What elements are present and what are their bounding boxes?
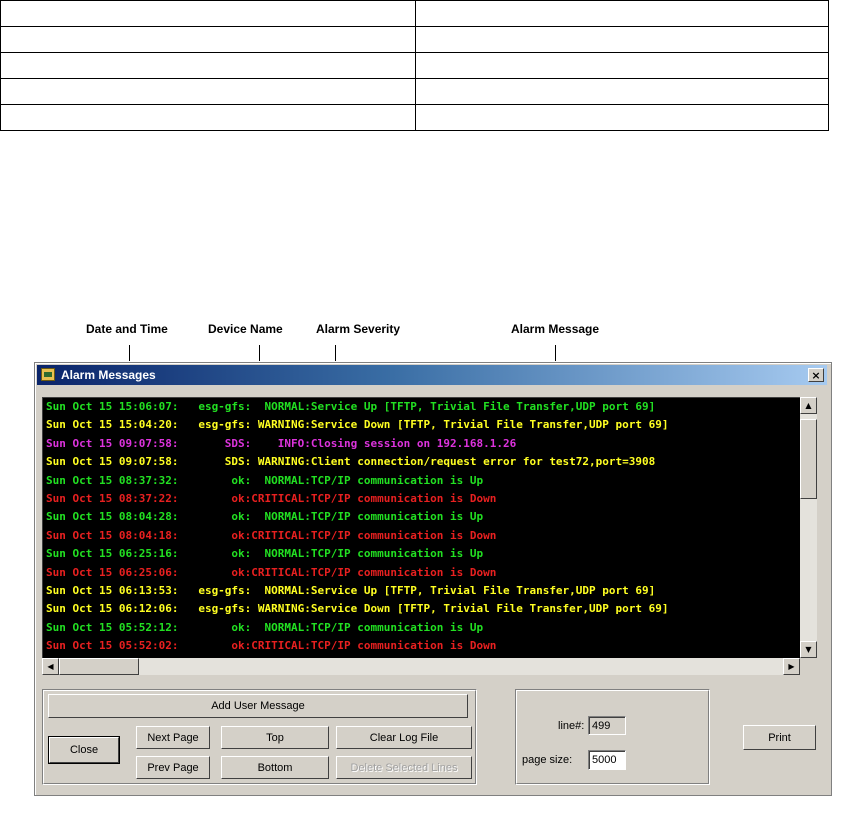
callout-line <box>129 345 130 361</box>
horizontal-scroll-thumb[interactable] <box>59 658 139 675</box>
empty-table <box>0 0 829 131</box>
log-row[interactable]: Sun Oct 15 08:37:32: ok: NORMAL:TCP/IP c… <box>43 472 801 490</box>
page-size-input[interactable] <box>588 750 626 770</box>
table-row <box>0 26 829 53</box>
delete-selected-lines-button: Delete Selected Lines <box>336 756 472 779</box>
callout-date-time: Date and Time <box>86 322 168 336</box>
alarm-messages-window: Alarm Messages × Sun Oct 15 15:06:07: es… <box>34 362 832 796</box>
close-button[interactable]: Close <box>48 736 120 764</box>
line-number-field <box>588 716 626 735</box>
callout-alarm-message: Alarm Message <box>511 322 600 336</box>
log-row[interactable]: Sun Oct 15 05:52:12: ok: NORMAL:TCP/IP c… <box>43 619 801 637</box>
scroll-right-icon[interactable]: ▶ <box>783 658 800 675</box>
line-number-label: line#: <box>558 720 585 732</box>
log-row[interactable]: Sun Oct 15 15:04:20: esg-gfs: WARNING:Se… <box>43 416 801 434</box>
log-row[interactable]: Sun Oct 15 08:04:28: ok: NORMAL:TCP/IP c… <box>43 508 801 526</box>
scrollbar-corner <box>800 658 817 675</box>
log-row[interactable]: Sun Oct 15 06:13:53: esg-gfs: NORMAL:Ser… <box>43 582 801 600</box>
app-icon <box>41 368 55 381</box>
callout-device-name: Device Name <box>208 322 283 336</box>
scroll-left-icon[interactable]: ◀ <box>42 658 59 675</box>
scroll-down-icon[interactable]: ▼ <box>800 641 817 658</box>
title-bar[interactable]: Alarm Messages × <box>37 365 827 385</box>
log-row[interactable]: Sun Oct 15 08:04:18: ok:CRITICAL:TCP/IP … <box>43 527 801 545</box>
close-icon[interactable]: × <box>808 368 824 382</box>
window-title: Alarm Messages <box>61 368 156 382</box>
print-button[interactable]: Print <box>743 725 816 750</box>
vertical-scroll-thumb[interactable] <box>800 419 817 499</box>
log-controls-group: Add User Message Close Next Page Prev Pa… <box>42 689 477 785</box>
log-row[interactable]: Sun Oct 15 06:12:06: esg-gfs: WARNING:Se… <box>43 600 801 618</box>
paging-group: line#: page size: <box>515 689 710 785</box>
callout-line <box>555 345 556 361</box>
log-row[interactable]: Sun Oct 15 06:25:06: ok:CRITICAL:TCP/IP … <box>43 564 801 582</box>
log-row[interactable]: Sun Oct 15 05:52:02: ok:CRITICAL:TCP/IP … <box>43 637 801 655</box>
log-row[interactable]: Sun Oct 15 06:25:16: ok: NORMAL:TCP/IP c… <box>43 545 801 563</box>
callout-line <box>259 345 260 361</box>
table-row <box>0 78 829 105</box>
log-row[interactable]: Sun Oct 15 08:37:22: ok:CRITICAL:TCP/IP … <box>43 490 801 508</box>
add-user-message-button[interactable]: Add User Message <box>48 694 468 718</box>
scroll-up-icon[interactable]: ▲ <box>800 397 817 414</box>
table-row <box>0 104 829 131</box>
log-row[interactable]: Sun Oct 15 09:07:58: SDS: WARNING:Client… <box>43 453 801 471</box>
page-size-label: page size: <box>522 754 573 766</box>
clear-log-file-button[interactable]: Clear Log File <box>336 726 472 749</box>
callout-alarm-severity: Alarm Severity <box>316 322 401 336</box>
callout-line <box>335 345 336 361</box>
table-row <box>0 0 829 27</box>
vertical-scrollbar[interactable]: ▲ ▼ <box>800 397 817 658</box>
top-button[interactable]: Top <box>221 726 329 749</box>
bottom-button[interactable]: Bottom <box>221 756 329 779</box>
table-row <box>0 52 829 79</box>
alarm-log-list[interactable]: Sun Oct 15 15:06:07: esg-gfs: NORMAL:Ser… <box>42 397 802 660</box>
next-page-button[interactable]: Next Page <box>136 726 210 749</box>
prev-page-button[interactable]: Prev Page <box>136 756 210 779</box>
horizontal-scrollbar[interactable]: ◀ ▶ <box>42 658 800 675</box>
log-row[interactable]: Sun Oct 15 09:07:58: SDS: INFO:Closing s… <box>43 435 801 453</box>
log-row[interactable]: Sun Oct 15 15:06:07: esg-gfs: NORMAL:Ser… <box>43 398 801 416</box>
